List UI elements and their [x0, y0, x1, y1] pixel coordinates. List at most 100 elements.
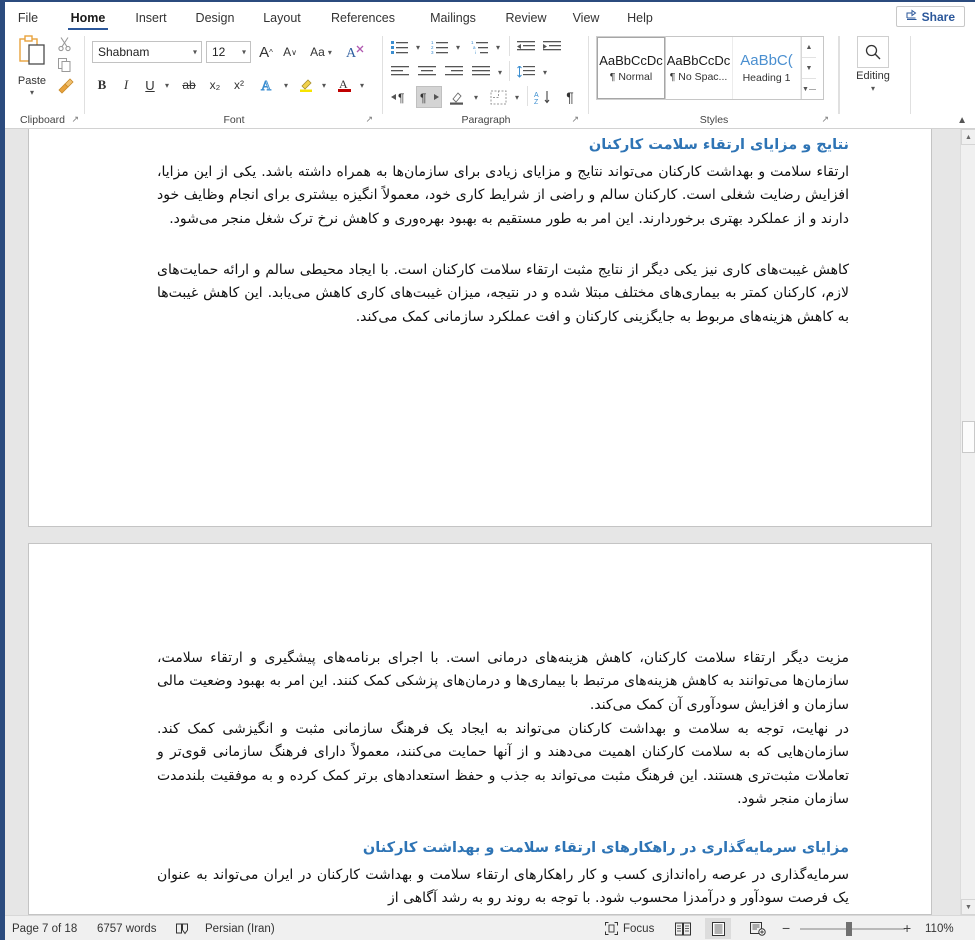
bullets-button[interactable] [388, 36, 412, 58]
styles-gallery[interactable]: AaBbCcDc ¶ Normal AaBbCcDc ¶ No Spac... … [596, 36, 824, 100]
italic-button[interactable]: I [116, 74, 136, 96]
document-page-1: نتایج و مزایای ارتقاء سلامت کارکنان ارتق… [28, 129, 932, 527]
clear-formatting-button[interactable]: A [343, 41, 369, 63]
tab-mailings[interactable]: Mailings [418, 4, 488, 31]
vertical-scrollbar[interactable]: ▲ ▼ [960, 129, 975, 915]
line-spacing-caret[interactable]: ▾ [538, 61, 552, 83]
view-read-mode-button[interactable] [670, 918, 696, 939]
zoom-in-button[interactable]: + [903, 920, 911, 936]
word-count[interactable]: 6757 words [97, 916, 156, 940]
tab-design[interactable]: Design [188, 4, 242, 31]
grow-font-button[interactable]: A ^ [255, 41, 277, 63]
justify-button[interactable] [469, 61, 493, 83]
collapse-ribbon-button[interactable]: ▲ [957, 115, 967, 126]
style-normal[interactable]: AaBbCcDc ¶ Normal [596, 36, 666, 100]
view-print-layout-button[interactable] [705, 918, 731, 939]
paste-button[interactable]: Paste ▾ [12, 34, 52, 100]
change-case-button[interactable]: Aa ▾ [305, 41, 337, 63]
gallery-scroll-down-icon[interactable]: ▼ [802, 58, 816, 79]
tab-layout[interactable]: Layout [256, 4, 308, 31]
styles-gallery-scroll[interactable]: ▲ ▼ ▼― [801, 37, 816, 99]
subscript-button[interactable]: x₂ [204, 74, 226, 96]
rtl-direction-button[interactable]: ¶ [416, 86, 442, 108]
align-right-button[interactable] [442, 61, 466, 83]
view-web-layout-button[interactable] [745, 918, 771, 939]
focus-button[interactable]: Focus [605, 916, 654, 940]
editing-button[interactable]: Editing ▾ [853, 36, 893, 93]
tab-review[interactable]: Review [498, 4, 554, 31]
shading-caret[interactable]: ▾ [469, 86, 483, 108]
share-button[interactable]: Share [895, 6, 965, 27]
font-size-input[interactable]: 12 ▾ [206, 41, 251, 63]
font-dialog-launcher[interactable]: ↗ [365, 114, 373, 125]
page-indicator[interactable]: Page 7 of 18 [12, 916, 77, 940]
styles-dialog-launcher[interactable]: ↗ [821, 114, 829, 125]
font-color-caret[interactable]: ▾ [354, 74, 370, 96]
tab-help[interactable]: Help [618, 4, 662, 31]
multilevel-list-button[interactable]: 1 a i [468, 36, 492, 58]
paragraph-dialog-launcher[interactable]: ↗ [571, 114, 579, 125]
text-effects-button[interactable]: A [257, 74, 279, 96]
chevron-down-icon[interactable]: ▾ [193, 48, 197, 57]
line-spacing-button[interactable] [514, 61, 538, 83]
numbering-button[interactable]: 1 2 3 [428, 36, 452, 58]
web-layout-icon [750, 921, 766, 936]
proofing-errors-icon[interactable] [175, 916, 189, 940]
style-heading-1[interactable]: AaBbC( Heading 1 [733, 37, 801, 99]
shading-button[interactable] [445, 86, 469, 108]
underline-button[interactable]: U [140, 74, 160, 96]
style-no-spacing[interactable]: AaBbCcDc ¶ No Spac... [665, 37, 733, 99]
scrollbar-thumb[interactable] [962, 421, 975, 453]
bold-button[interactable]: B [92, 74, 112, 96]
justify-caret[interactable]: ▾ [493, 61, 507, 83]
underline-options-button[interactable]: ▾ [159, 74, 175, 96]
tab-home[interactable]: Home [60, 4, 116, 31]
focus-icon [605, 916, 618, 940]
numbering-caret[interactable]: ▾ [451, 36, 465, 58]
scroll-up-arrow-icon[interactable]: ▲ [961, 129, 975, 145]
zoom-slider[interactable] [800, 928, 905, 930]
bullets-caret[interactable]: ▾ [411, 36, 425, 58]
ltr-direction-button[interactable]: ¶ [388, 86, 414, 108]
page2-paragraph-1: مزیت دیگر ارتقاء سلامت کارکنان، کاهش هزی… [157, 650, 849, 713]
decrease-indent-button[interactable] [514, 36, 538, 58]
style-preview: AaBbCcDc [666, 53, 731, 68]
tab-insert[interactable]: Insert [126, 4, 176, 31]
clipboard-dialog-launcher[interactable]: ↗ [71, 114, 79, 125]
highlight-button[interactable] [296, 74, 318, 96]
zoom-slider-thumb[interactable] [846, 922, 852, 936]
strikethrough-button[interactable]: ab [177, 74, 201, 96]
copy-button[interactable] [54, 55, 76, 75]
show-formatting-marks-button[interactable]: ¶ [559, 86, 581, 108]
zoom-out-button[interactable]: − [782, 920, 790, 936]
highlight-caret[interactable]: ▾ [316, 74, 332, 96]
tab-references[interactable]: References [322, 4, 404, 31]
borders-button[interactable] [486, 86, 510, 108]
font-name-input[interactable]: Shabnam ▾ [92, 41, 202, 63]
shrink-font-button[interactable]: A ∨ [279, 41, 301, 63]
cut-button[interactable] [54, 34, 76, 54]
tab-file[interactable]: File [8, 4, 48, 31]
text-effects-caret[interactable]: ▾ [278, 74, 294, 96]
mini-divider [527, 86, 528, 106]
superscript-button[interactable]: x² [228, 74, 250, 96]
language-indicator[interactable]: Persian (Iran) [205, 916, 275, 940]
multilevel-caret[interactable]: ▾ [491, 36, 505, 58]
chevron-down-icon[interactable]: ▾ [871, 84, 875, 93]
document-canvas[interactable]: نتایج و مزایای ارتقاء سلامت کارکنان ارتق… [0, 129, 975, 915]
chevron-down-icon[interactable]: ▾ [242, 48, 246, 57]
increase-indent-button[interactable] [540, 36, 564, 58]
align-center-button[interactable] [415, 61, 439, 83]
gallery-scroll-up-icon[interactable]: ▲ [802, 37, 816, 58]
scroll-down-arrow-icon[interactable]: ▼ [961, 899, 975, 915]
format-painter-button[interactable] [54, 76, 76, 96]
italic-label: I [123, 77, 129, 92]
borders-caret[interactable]: ▾ [510, 86, 524, 108]
font-color-button[interactable]: A [334, 74, 356, 96]
align-left-button[interactable] [388, 61, 412, 83]
gallery-more-icon[interactable]: ▼― [802, 79, 816, 99]
sort-button[interactable]: A Z [531, 86, 555, 108]
tab-view[interactable]: View [564, 4, 608, 31]
paste-caret-icon[interactable]: ▾ [30, 88, 34, 97]
zoom-level[interactable]: 110% [925, 916, 954, 940]
